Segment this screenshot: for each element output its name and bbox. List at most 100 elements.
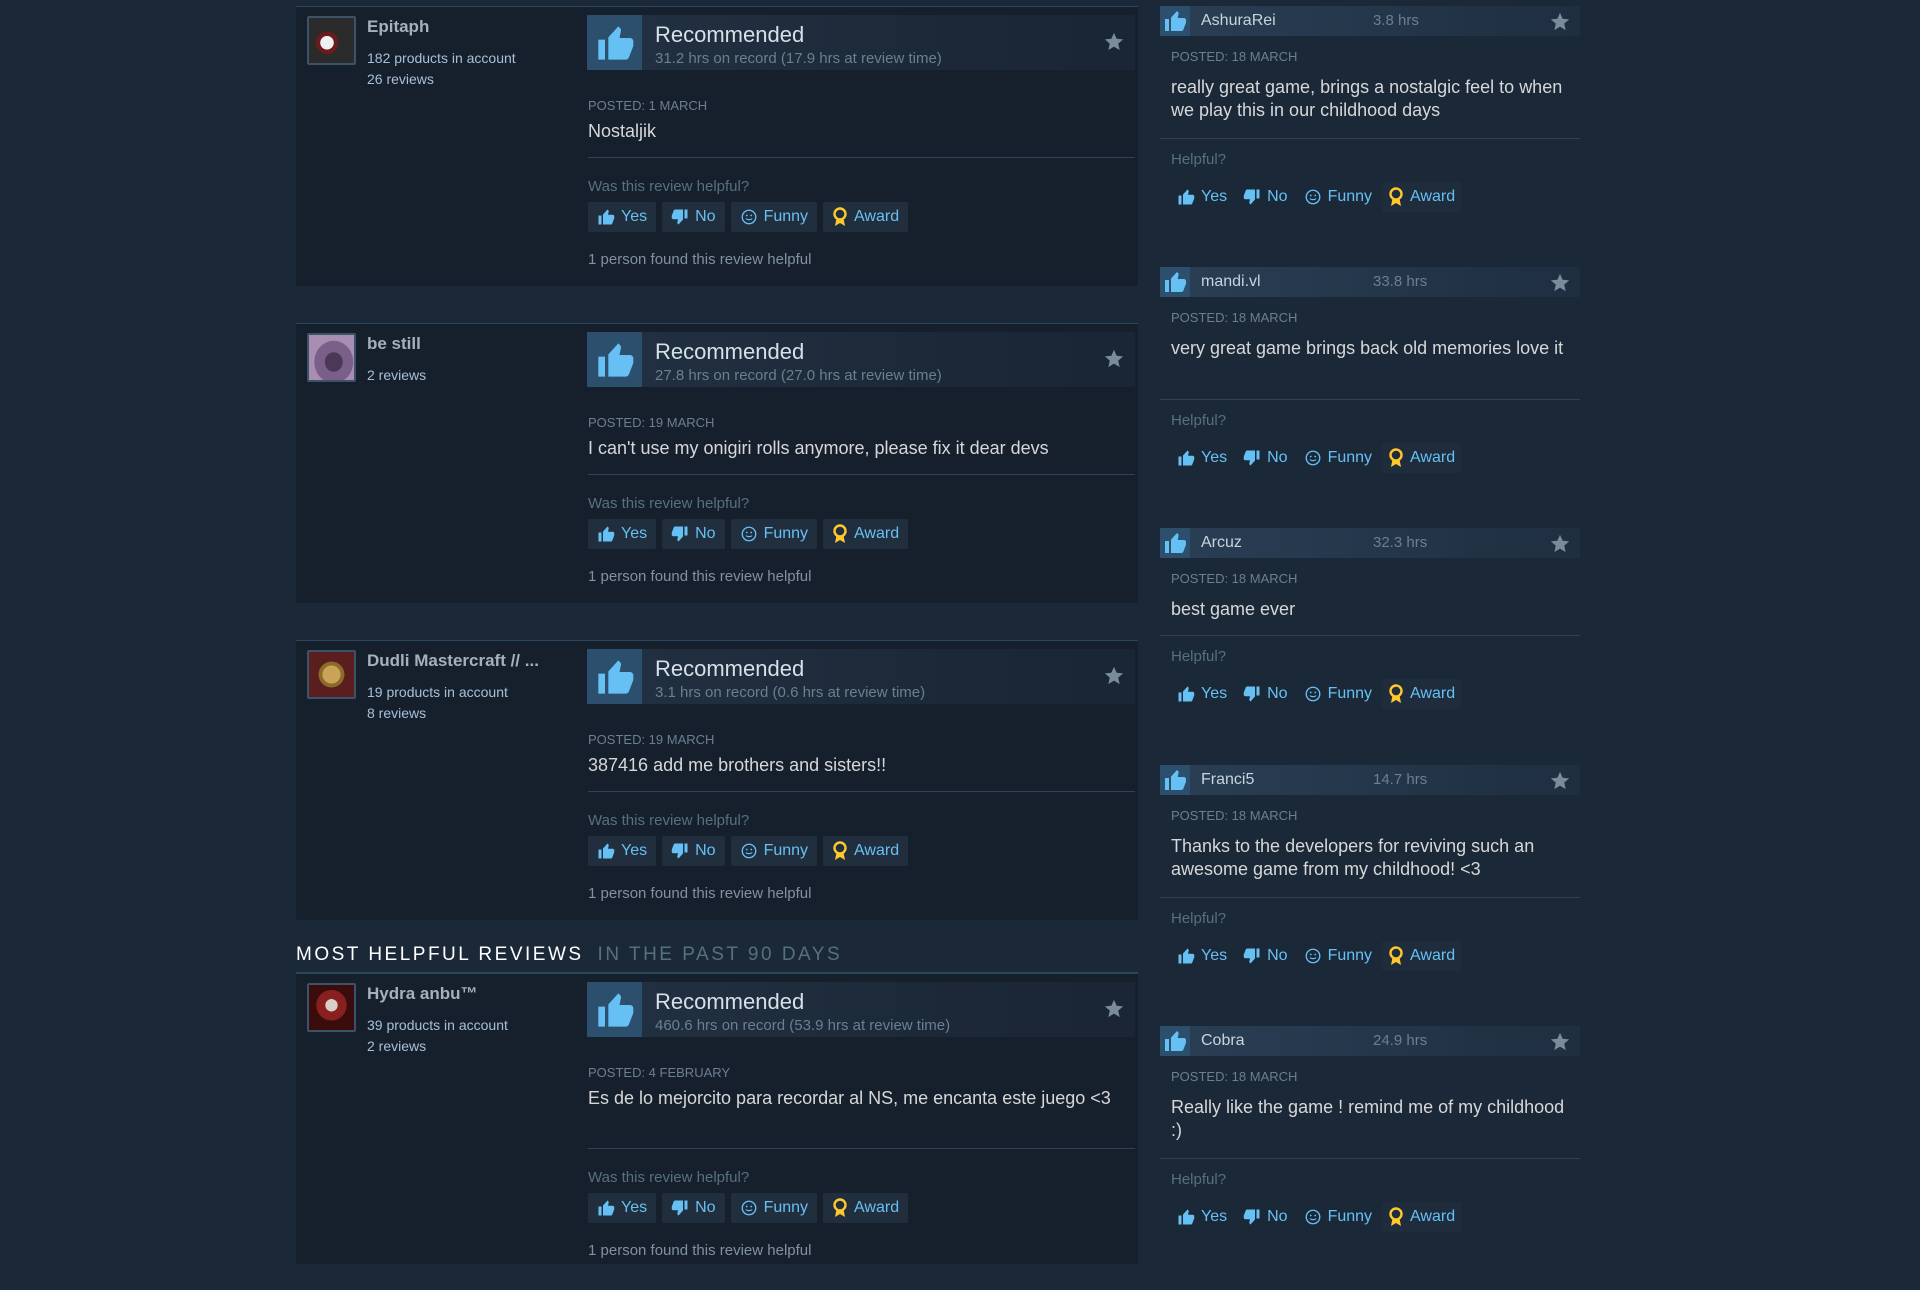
smiley-icon (740, 1199, 758, 1217)
recent-review-header[interactable]: Cobra 24.9 hrs (1160, 1026, 1580, 1056)
author-name[interactable]: Epitaph (367, 17, 567, 37)
funny-button[interactable]: Funny (1298, 1202, 1378, 1232)
thumbs-up-icon (587, 332, 642, 387)
posted-date: POSTED: 18 MARCH (1171, 310, 1298, 325)
author-avatar[interactable] (307, 650, 356, 699)
no-button[interactable]: No (662, 1193, 725, 1223)
award-button[interactable]: Award (823, 1193, 909, 1223)
author-products[interactable]: 39 products in account (367, 1017, 508, 1033)
yes-button[interactable]: Yes (1171, 1202, 1233, 1232)
section-title: MOST HELPFUL REVIEWS (296, 944, 584, 965)
vote-title: Recommended (655, 22, 805, 47)
author-avatar[interactable] (307, 333, 356, 382)
no-button[interactable]: No (1237, 679, 1293, 709)
thumbs-down-icon (671, 208, 689, 226)
no-button[interactable]: No (1237, 182, 1293, 212)
award-button[interactable]: Award (1382, 182, 1462, 212)
award-button[interactable]: Award (1382, 679, 1462, 709)
author-avatar[interactable] (307, 16, 356, 65)
vote-buttons: Yes No Funny Award (1171, 182, 1462, 212)
smiley-icon (1304, 947, 1322, 965)
star-icon[interactable] (1103, 348, 1125, 375)
vote-header[interactable]: Recommended 460.6 hrs on record (53.9 hr… (587, 982, 1135, 1037)
award-label: Award (1410, 685, 1456, 702)
recent-reviews-column: AshuraRei 3.8 hrs POSTED: 18 MARCH reall… (1160, 6, 1580, 1266)
thumbs-down-icon (1243, 449, 1261, 467)
funny-button[interactable]: Funny (1298, 679, 1378, 709)
recent-author-name[interactable]: AshuraRei (1201, 12, 1276, 30)
star-icon[interactable] (1549, 11, 1571, 38)
star-icon[interactable] (1549, 1031, 1571, 1058)
author-review-count[interactable]: 8 reviews (367, 705, 426, 721)
star-icon[interactable] (1549, 533, 1571, 560)
yes-button[interactable]: Yes (1171, 443, 1233, 473)
review-text: Thanks to the developers for reviving su… (1171, 836, 1535, 879)
no-label: No (1267, 1208, 1288, 1225)
recent-author-name[interactable]: Arcuz (1201, 534, 1242, 552)
funny-button[interactable]: Funny (730, 519, 818, 549)
award-button[interactable]: Award (823, 519, 909, 549)
recent-review-header[interactable]: mandi.vl 33.8 hrs (1160, 267, 1580, 297)
helpful-question: Was this review helpful? (588, 812, 750, 829)
author-name[interactable]: be still (367, 334, 567, 354)
star-icon[interactable] (1103, 998, 1125, 1025)
star-icon[interactable] (1103, 665, 1125, 692)
yes-button[interactable]: Yes (588, 519, 657, 549)
author-review-count[interactable]: 2 reviews (367, 367, 426, 383)
recent-author-name[interactable]: mandi.vl (1201, 273, 1261, 291)
no-button[interactable]: No (1237, 941, 1293, 971)
recent-review-header[interactable]: Arcuz 32.3 hrs (1160, 528, 1580, 558)
funny-button[interactable]: Funny (730, 1193, 818, 1223)
yes-button[interactable]: Yes (588, 1193, 657, 1223)
no-button[interactable]: No (662, 519, 725, 549)
author-name[interactable]: Dudli Mastercraft // ... (367, 651, 567, 671)
yes-button[interactable]: Yes (588, 202, 657, 232)
recent-author-name[interactable]: Franci5 (1201, 771, 1254, 789)
smiley-icon (740, 525, 758, 543)
author-products[interactable]: 19 products in account (367, 684, 508, 700)
award-button[interactable]: Award (823, 836, 909, 866)
award-button[interactable]: Award (1382, 941, 1462, 971)
funny-button[interactable]: Funny (1298, 182, 1378, 212)
award-button[interactable]: Award (1382, 1202, 1462, 1232)
author-products[interactable]: 182 products in account (367, 50, 516, 66)
author-avatar[interactable] (307, 983, 356, 1032)
divider (1160, 138, 1580, 139)
star-icon[interactable] (1549, 272, 1571, 299)
star-icon[interactable] (1549, 770, 1571, 797)
found-helpful: 1 person found this review helpful (588, 885, 812, 902)
author-name[interactable]: Hydra anbu™ (367, 984, 567, 1004)
author-review-count[interactable]: 2 reviews (367, 1038, 426, 1054)
review-text: I can't use my onigiri rolls anymore, pl… (588, 438, 1049, 458)
award-button[interactable]: Award (823, 202, 909, 232)
no-button[interactable]: No (662, 202, 725, 232)
recent-review-header[interactable]: AshuraRei 3.8 hrs (1160, 6, 1580, 36)
funny-button[interactable]: Funny (1298, 443, 1378, 473)
no-button[interactable]: No (662, 836, 725, 866)
funny-button[interactable]: Funny (730, 836, 818, 866)
yes-button[interactable]: Yes (588, 836, 657, 866)
yes-button[interactable]: Yes (1171, 679, 1233, 709)
divider (1160, 635, 1580, 636)
recent-review: Franci5 14.7 hrs POSTED: 18 MARCH Thanks… (1160, 765, 1580, 1005)
vote-header[interactable]: Recommended 31.2 hrs on record (17.9 hrs… (587, 15, 1135, 70)
star-icon[interactable] (1103, 31, 1125, 58)
no-button[interactable]: No (1237, 1202, 1293, 1232)
helpful-question: Helpful? (1171, 412, 1227, 429)
divider (588, 791, 1135, 792)
funny-button[interactable]: Funny (730, 202, 818, 232)
recent-author-name[interactable]: Cobra (1201, 1032, 1245, 1050)
no-label: No (695, 842, 716, 859)
yes-button[interactable]: Yes (1171, 941, 1233, 971)
recent-review-header[interactable]: Franci5 14.7 hrs (1160, 765, 1580, 795)
demon-avatar-icon (309, 985, 354, 1030)
funny-label: Funny (763, 525, 809, 542)
funny-button[interactable]: Funny (1298, 941, 1378, 971)
author-review-count[interactable]: 26 reviews (367, 71, 434, 87)
no-button[interactable]: No (1237, 443, 1293, 473)
vote-header[interactable]: Recommended 27.8 hrs on record (27.0 hrs… (587, 332, 1135, 387)
vote-header[interactable]: Recommended 3.1 hrs on record (0.6 hrs a… (587, 649, 1135, 704)
helpful-question: Was this review helpful? (588, 178, 750, 195)
yes-button[interactable]: Yes (1171, 182, 1233, 212)
award-button[interactable]: Award (1382, 443, 1462, 473)
